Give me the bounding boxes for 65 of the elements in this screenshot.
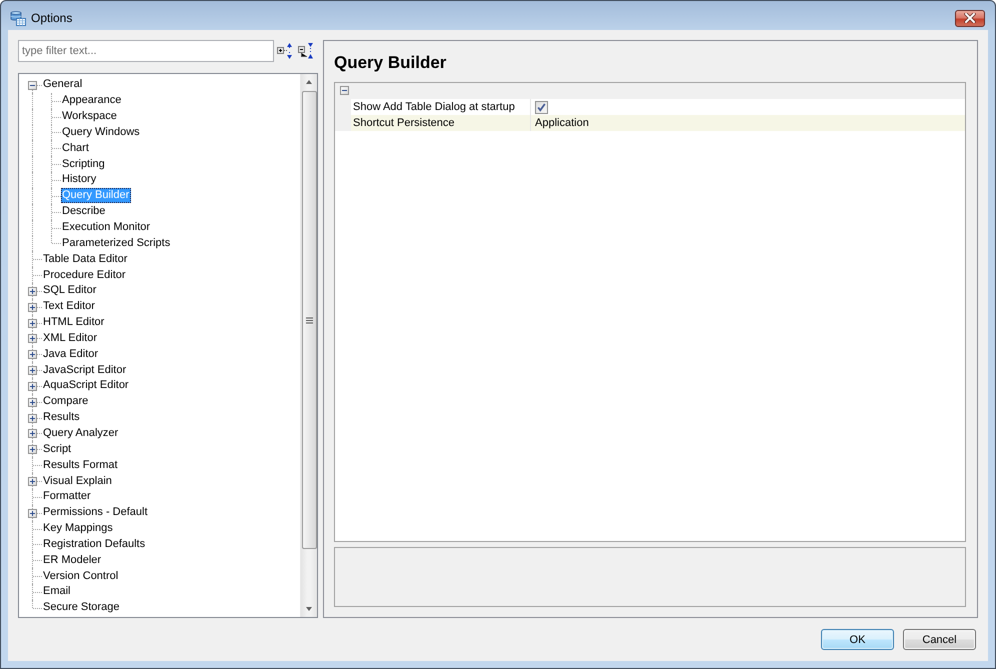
tree-item[interactable]: Query Analyzer (42, 426, 120, 441)
tree-item[interactable]: Visual Explain (42, 474, 114, 489)
tree-item[interactable]: History (61, 172, 98, 188)
expand-icon[interactable] (28, 445, 37, 454)
tree-item[interactable]: General (42, 77, 84, 92)
collapse-icon[interactable] (28, 80, 37, 90)
tree-item[interactable]: Execution Monitor (61, 220, 152, 236)
tree-item[interactable]: Table Data Editor (42, 252, 130, 267)
tree-item[interactable]: Text Editor (42, 299, 97, 314)
tree-item[interactable]: Procedure Editor (42, 268, 128, 283)
tree-item[interactable]: Permissions - Default (42, 505, 150, 520)
expand-icon[interactable] (28, 334, 37, 344)
tree-item[interactable]: Results Format (42, 458, 120, 473)
plus-box-arrows-icon[interactable] (277, 43, 293, 59)
tree-item[interactable]: Key Mappings (42, 521, 115, 536)
tree-item[interactable]: Compare (42, 394, 90, 410)
database-icon (10, 10, 26, 26)
tree-item[interactable]: XML Editor (42, 330, 100, 346)
tree-item[interactable]: Workspace (61, 109, 119, 124)
tree-item[interactable]: AquaScript Editor (42, 378, 131, 394)
expand-icon[interactable] (28, 302, 37, 312)
tree-item[interactable]: Email (42, 584, 73, 600)
expand-icon[interactable] (28, 366, 37, 376)
tree-item[interactable]: HTML Editor (42, 315, 106, 330)
tree-item[interactable]: Formatter (42, 489, 93, 504)
window-title: Options (31, 10, 74, 26)
tree-item[interactable]: Parameterized Scripts (61, 236, 172, 251)
collapse-icon[interactable] (340, 86, 349, 95)
close-icon (964, 13, 976, 23)
tree-item[interactable]: Registration Defaults (42, 536, 148, 552)
tree-item[interactable]: ER Modeler (42, 552, 104, 568)
close-button[interactable] (955, 10, 985, 26)
property-name: Shortcut Persistence (351, 115, 531, 131)
tree-item[interactable]: Script (42, 442, 74, 457)
tree-item[interactable]: Scripting (61, 156, 107, 172)
tree-item[interactable]: Appearance (61, 93, 124, 108)
expand-icon[interactable] (28, 350, 37, 360)
grip-icon (306, 316, 312, 324)
tree-item[interactable]: Secure Storage (42, 600, 122, 616)
expand-icon[interactable] (28, 286, 37, 296)
tree-item[interactable]: Results (42, 410, 82, 426)
tree-item[interactable]: JavaScript Editor (42, 362, 128, 378)
tree-item[interactable]: Java Editor (42, 346, 100, 362)
dialog-button[interactable]: OK (821, 629, 894, 650)
tree-item[interactable]: Version Control (42, 568, 120, 584)
minus-box-arrows-icon[interactable] (298, 43, 314, 59)
expand-icon[interactable] (28, 414, 37, 423)
scrollbar-thumb[interactable] (302, 91, 316, 549)
tree-item[interactable]: Chart (61, 140, 91, 156)
expand-icon[interactable] (28, 398, 37, 407)
expand-icon[interactable] (28, 382, 37, 391)
page-title: Query Builder (334, 53, 448, 73)
expand-icon[interactable] (28, 429, 37, 438)
tree-item[interactable]: SQL Editor (42, 283, 98, 298)
expand-icon[interactable] (28, 508, 37, 518)
property-value: Application (534, 116, 590, 131)
property-row[interactable]: Shortcut Persistence Application (335, 115, 965, 131)
expand-icon[interactable] (28, 318, 37, 328)
scrollbar-track[interactable] (300, 74, 317, 617)
expand-icon[interactable] (28, 477, 37, 486)
checkbox[interactable] (535, 100, 548, 114)
tree-item[interactable]: Describe (61, 204, 108, 220)
tree-item[interactable]: Query Windows (61, 124, 142, 140)
dialog-button[interactable]: Cancel (903, 629, 976, 650)
filter-input[interactable]: type filter text... (18, 40, 274, 62)
